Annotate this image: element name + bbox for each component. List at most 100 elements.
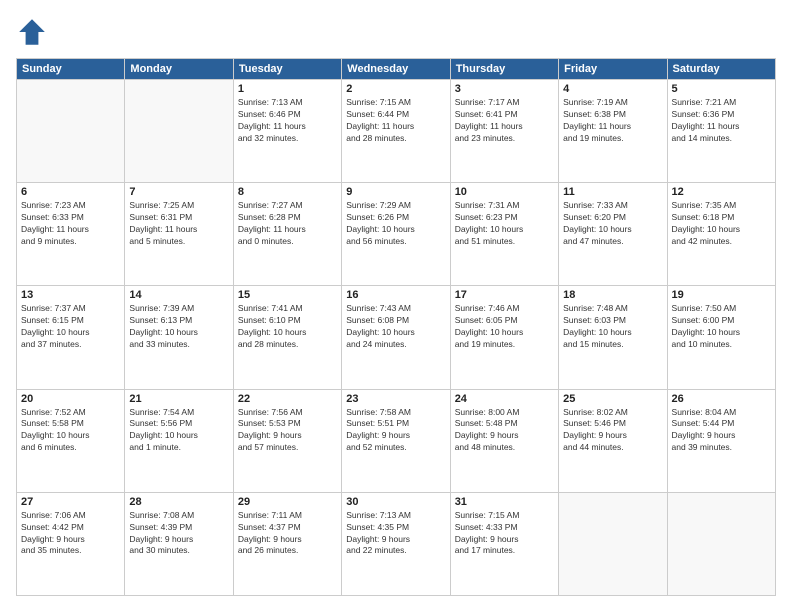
day-number: 4	[563, 83, 662, 95]
calendar-row: 20 Sunrise: 7:52 AM Sunset: 5:58 PM Dayli…	[17, 389, 776, 492]
day-info: Sunrise: 7:37 AM Sunset: 6:15 PM Dayligh…	[21, 303, 120, 351]
day-info: Sunrise: 7:11 AM Sunset: 4:37 PM Dayligh…	[238, 510, 337, 558]
table-row: 3 Sunrise: 7:17 AM Sunset: 6:41 PM Daylig…	[450, 80, 558, 183]
table-row: 25 Sunrise: 8:02 AM Sunset: 5:46 PM Dayli…	[559, 389, 667, 492]
table-row: 7 Sunrise: 7:25 AM Sunset: 6:31 PM Daylig…	[125, 183, 233, 286]
day-info: Sunrise: 7:13 AM Sunset: 4:35 PM Dayligh…	[346, 510, 445, 558]
day-number: 21	[129, 393, 228, 405]
day-number: 11	[563, 186, 662, 198]
day-number: 20	[21, 393, 120, 405]
day-number: 19	[672, 289, 771, 301]
day-info: Sunrise: 7:56 AM Sunset: 5:53 PM Dayligh…	[238, 407, 337, 455]
day-info: Sunrise: 7:25 AM Sunset: 6:31 PM Dayligh…	[129, 200, 228, 248]
day-number: 23	[346, 393, 445, 405]
day-info: Sunrise: 7:46 AM Sunset: 6:05 PM Dayligh…	[455, 303, 554, 351]
day-number: 14	[129, 289, 228, 301]
day-info: Sunrise: 7:17 AM Sunset: 6:41 PM Dayligh…	[455, 97, 554, 145]
day-number: 18	[563, 289, 662, 301]
day-number: 17	[455, 289, 554, 301]
day-number: 8	[238, 186, 337, 198]
table-row: 22 Sunrise: 7:56 AM Sunset: 5:53 PM Dayli…	[233, 389, 341, 492]
day-number: 27	[21, 496, 120, 508]
table-row: 13 Sunrise: 7:37 AM Sunset: 6:15 PM Dayli…	[17, 286, 125, 389]
day-number: 13	[21, 289, 120, 301]
day-number: 16	[346, 289, 445, 301]
day-number: 25	[563, 393, 662, 405]
day-number: 12	[672, 186, 771, 198]
day-info: Sunrise: 7:06 AM Sunset: 4:42 PM Dayligh…	[21, 510, 120, 558]
day-info: Sunrise: 7:13 AM Sunset: 6:46 PM Dayligh…	[238, 97, 337, 145]
table-row	[559, 492, 667, 595]
day-info: Sunrise: 7:27 AM Sunset: 6:28 PM Dayligh…	[238, 200, 337, 248]
page: Sunday Monday Tuesday Wednesday Thursday…	[0, 0, 792, 612]
day-number: 24	[455, 393, 554, 405]
table-row: 27 Sunrise: 7:06 AM Sunset: 4:42 PM Dayli…	[17, 492, 125, 595]
table-row: 21 Sunrise: 7:54 AM Sunset: 5:56 PM Dayli…	[125, 389, 233, 492]
calendar-row: 6Sunrise: 7:23 AM Sunset: 6:33 PM Daylig…	[17, 183, 776, 286]
day-info: Sunrise: 7:54 AM Sunset: 5:56 PM Dayligh…	[129, 407, 228, 455]
table-row: 28 Sunrise: 7:08 AM Sunset: 4:39 PM Dayli…	[125, 492, 233, 595]
table-row	[125, 80, 233, 183]
day-number: 22	[238, 393, 337, 405]
table-row: 18 Sunrise: 7:48 AM Sunset: 6:03 PM Dayli…	[559, 286, 667, 389]
table-row: 16Sunrise: 7:43 AM Sunset: 6:08 PM Dayli…	[342, 286, 450, 389]
table-row: 5 Sunrise: 7:21 AM Sunset: 6:36 PM Daylig…	[667, 80, 775, 183]
table-row	[17, 80, 125, 183]
table-row: 10Sunrise: 7:31 AM Sunset: 6:23 PM Dayli…	[450, 183, 558, 286]
day-info: Sunrise: 8:02 AM Sunset: 5:46 PM Dayligh…	[563, 407, 662, 455]
day-info: Sunrise: 7:29 AM Sunset: 6:26 PM Dayligh…	[346, 200, 445, 248]
day-info: Sunrise: 7:19 AM Sunset: 6:38 PM Dayligh…	[563, 97, 662, 145]
table-row: 4 Sunrise: 7:19 AM Sunset: 6:38 PM Daylig…	[559, 80, 667, 183]
day-number: 28	[129, 496, 228, 508]
header-tuesday: Tuesday	[233, 59, 341, 80]
weekday-header-row: Sunday Monday Tuesday Wednesday Thursday…	[17, 59, 776, 80]
header-saturday: Saturday	[667, 59, 775, 80]
table-row: 17 Sunrise: 7:46 AM Sunset: 6:05 PM Dayli…	[450, 286, 558, 389]
table-row: 23 Sunrise: 7:58 AM Sunset: 5:51 PM Dayli…	[342, 389, 450, 492]
table-row: 8 Sunrise: 7:27 AM Sunset: 6:28 PM Daylig…	[233, 183, 341, 286]
header-thursday: Thursday	[450, 59, 558, 80]
table-row: 31 Sunrise: 7:15 AM Sunset: 4:33 PM Dayli…	[450, 492, 558, 595]
header-monday: Monday	[125, 59, 233, 80]
day-info: Sunrise: 8:00 AM Sunset: 5:48 PM Dayligh…	[455, 407, 554, 455]
day-number: 7	[129, 186, 228, 198]
day-number: 9	[346, 186, 445, 198]
table-row: 15Sunrise: 7:41 AM Sunset: 6:10 PM Dayli…	[233, 286, 341, 389]
day-info: Sunrise: 7:41 AM Sunset: 6:10 PM Dayligh…	[238, 303, 337, 351]
table-row: 2Sunrise: 7:15 AM Sunset: 6:44 PM Daylig…	[342, 80, 450, 183]
table-row: 24 Sunrise: 8:00 AM Sunset: 5:48 PM Dayli…	[450, 389, 558, 492]
day-info: Sunrise: 7:31 AM Sunset: 6:23 PM Dayligh…	[455, 200, 554, 248]
day-info: Sunrise: 8:04 AM Sunset: 5:44 PM Dayligh…	[672, 407, 771, 455]
table-row: 29 Sunrise: 7:11 AM Sunset: 4:37 PM Dayli…	[233, 492, 341, 595]
header-sunday: Sunday	[17, 59, 125, 80]
calendar-row: 27 Sunrise: 7:06 AM Sunset: 4:42 PM Dayli…	[17, 492, 776, 595]
day-info: Sunrise: 7:50 AM Sunset: 6:00 PM Dayligh…	[672, 303, 771, 351]
calendar-table: Sunday Monday Tuesday Wednesday Thursday…	[16, 58, 776, 596]
day-info: Sunrise: 7:23 AM Sunset: 6:33 PM Dayligh…	[21, 200, 120, 248]
day-number: 30	[346, 496, 445, 508]
table-row: 9 Sunrise: 7:29 AM Sunset: 6:26 PM Daylig…	[342, 183, 450, 286]
day-info: Sunrise: 7:15 AM Sunset: 4:33 PM Dayligh…	[455, 510, 554, 558]
logo-icon	[16, 16, 48, 48]
day-number: 26	[672, 393, 771, 405]
day-number: 2	[346, 83, 445, 95]
table-row: 30 Sunrise: 7:13 AM Sunset: 4:35 PM Dayli…	[342, 492, 450, 595]
day-number: 31	[455, 496, 554, 508]
day-info: Sunrise: 7:52 AM Sunset: 5:58 PM Dayligh…	[21, 407, 120, 455]
table-row: 20 Sunrise: 7:52 AM Sunset: 5:58 PM Dayli…	[17, 389, 125, 492]
calendar-row: 1Sunrise: 7:13 AM Sunset: 6:46 PM Daylig…	[17, 80, 776, 183]
day-info: Sunrise: 7:48 AM Sunset: 6:03 PM Dayligh…	[563, 303, 662, 351]
day-info: Sunrise: 7:39 AM Sunset: 6:13 PM Dayligh…	[129, 303, 228, 351]
day-number: 29	[238, 496, 337, 508]
day-info: Sunrise: 7:08 AM Sunset: 4:39 PM Dayligh…	[129, 510, 228, 558]
table-row: 19 Sunrise: 7:50 AM Sunset: 6:00 PM Dayli…	[667, 286, 775, 389]
day-number: 5	[672, 83, 771, 95]
day-info: Sunrise: 7:58 AM Sunset: 5:51 PM Dayligh…	[346, 407, 445, 455]
header	[16, 16, 776, 48]
day-info: Sunrise: 7:33 AM Sunset: 6:20 PM Dayligh…	[563, 200, 662, 248]
table-row: 1Sunrise: 7:13 AM Sunset: 6:46 PM Daylig…	[233, 80, 341, 183]
table-row: 26 Sunrise: 8:04 AM Sunset: 5:44 PM Dayli…	[667, 389, 775, 492]
day-info: Sunrise: 7:21 AM Sunset: 6:36 PM Dayligh…	[672, 97, 771, 145]
header-wednesday: Wednesday	[342, 59, 450, 80]
day-number: 3	[455, 83, 554, 95]
